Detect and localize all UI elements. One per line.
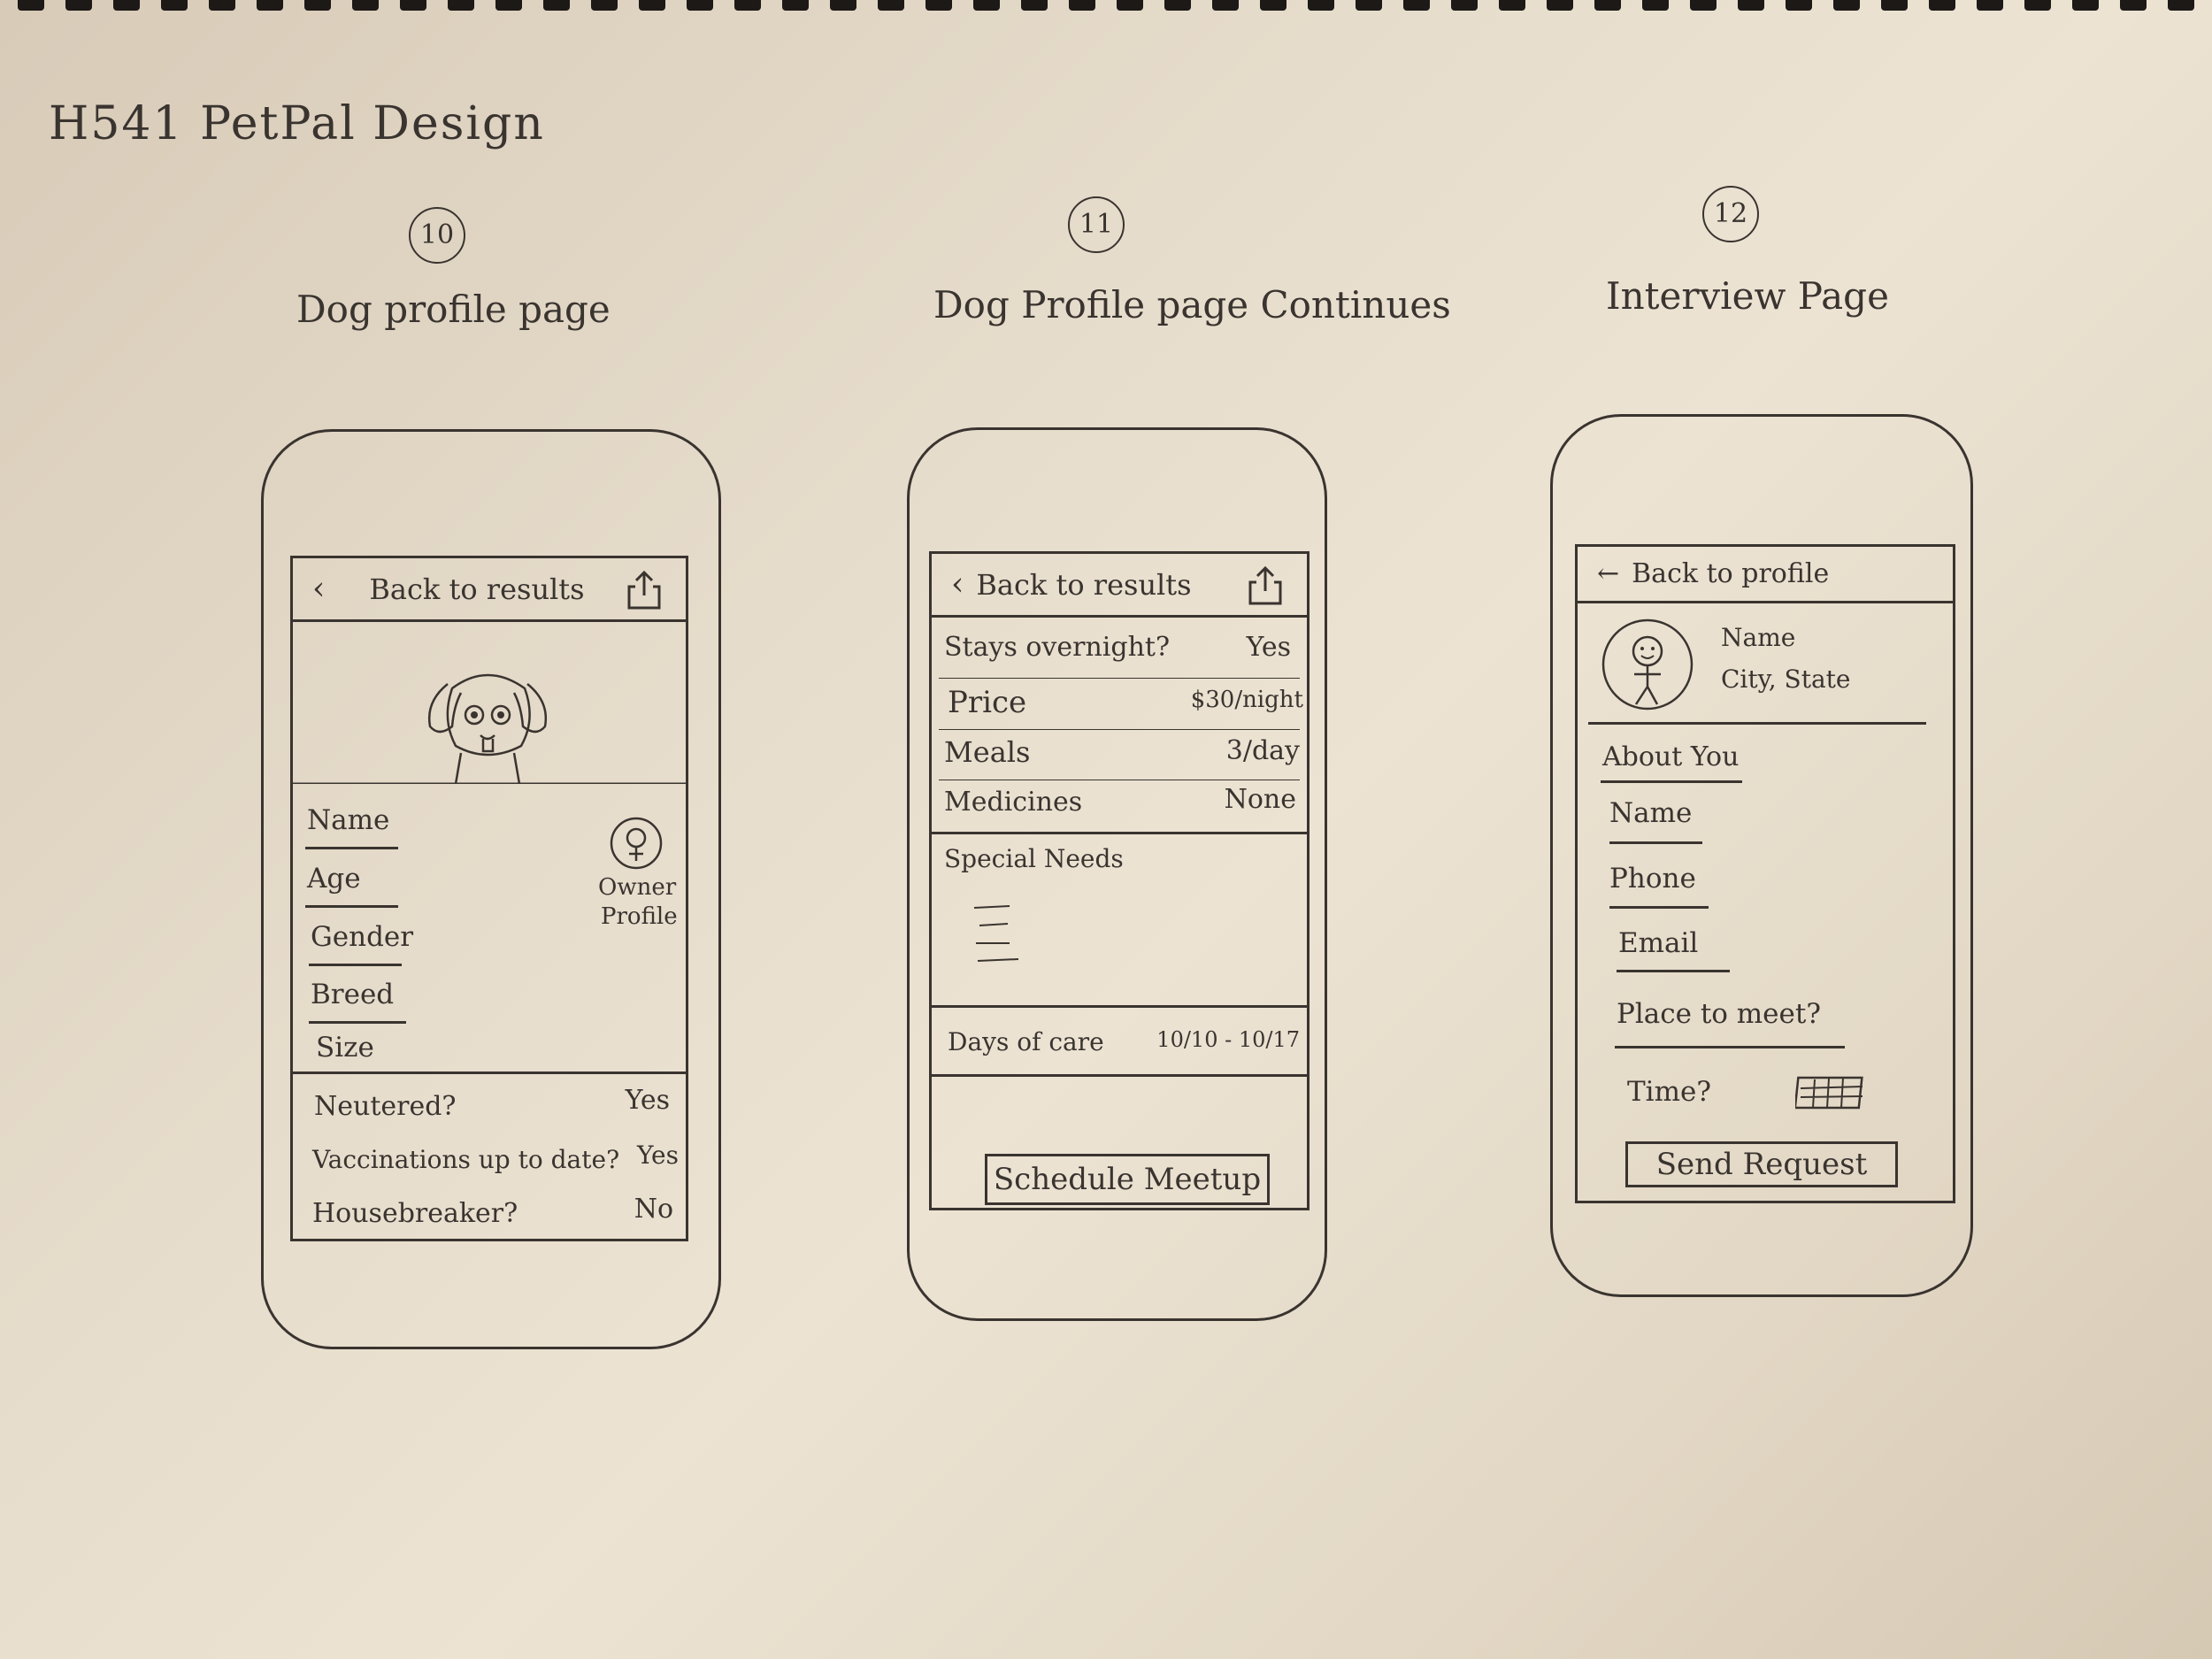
send-request-button[interactable]: Send Request	[1625, 1141, 1898, 1187]
row-divider	[939, 729, 1300, 730]
chevron-left-icon: ‹	[951, 566, 964, 603]
back-button[interactable]: ← Back to profile	[1597, 558, 1829, 589]
detail-value: $30/night	[1190, 687, 1303, 713]
nav-bar: ← Back to profile	[1578, 547, 1953, 603]
back-label: Back to results	[976, 567, 1192, 602]
field-gender-label: Gender	[311, 921, 414, 953]
back-button[interactable]: ‹ Back to results	[951, 566, 1192, 603]
dog-profile-continued-screen: ‹ Back to results Stays overnight? Yes P…	[929, 551, 1310, 1210]
question-value: No	[634, 1194, 673, 1225]
question-label: Housebreaker?	[312, 1198, 518, 1229]
interview-screen: ← Back to profile Name City, State About…	[1575, 544, 1955, 1203]
schedule-meetup-button[interactable]: Schedule Meetup	[985, 1154, 1270, 1205]
field-age-line[interactable]	[305, 905, 398, 908]
field-gender-line[interactable]	[309, 964, 402, 966]
detail-label: Price	[948, 685, 1027, 720]
question-label: Neutered?	[314, 1091, 457, 1122]
screen-number: 12	[1702, 186, 1759, 242]
field-name-line[interactable]	[1609, 841, 1702, 844]
owner-avatar-icon[interactable]	[606, 815, 666, 872]
question-value: Yes	[637, 1141, 679, 1170]
about-you-underline	[1601, 780, 1742, 783]
notebook-title: H541 PetPal Design	[49, 97, 545, 150]
profile-location: City, State	[1721, 664, 1851, 694]
field-breed-line[interactable]	[309, 1021, 406, 1024]
detail-value: None	[1224, 784, 1296, 815]
calendar-icon[interactable]	[1795, 1072, 1868, 1113]
field-email-label: Email	[1618, 927, 1699, 959]
notebook-spiral	[0, 0, 2212, 12]
nav-bar: ‹ Back to results	[293, 558, 686, 622]
divider	[1588, 722, 1926, 725]
divider	[932, 1005, 1307, 1008]
chevron-left-icon: ‹	[312, 571, 326, 607]
row-divider	[939, 678, 1300, 679]
detail-label: Stays overnight?	[944, 632, 1171, 663]
place-to-meet-line[interactable]	[1615, 1046, 1845, 1048]
owner-profile-label[interactable]: Owner	[598, 874, 676, 901]
field-email-line[interactable]	[1617, 970, 1730, 972]
field-name-label: Name	[1609, 797, 1693, 829]
field-size-label: Size	[316, 1032, 374, 1064]
owner-profile-label[interactable]: Profile	[601, 903, 678, 930]
field-phone-label: Phone	[1609, 863, 1696, 895]
screen-number: 10	[409, 207, 465, 264]
screen-caption: Dog Profile page Continues	[933, 283, 1451, 326]
time-label: Time?	[1627, 1076, 1711, 1108]
user-avatar-icon	[1601, 618, 1694, 710]
special-needs-label: Special Needs	[944, 844, 1124, 873]
special-needs-text-lines	[973, 905, 1019, 962]
detail-value: 3/day	[1225, 735, 1300, 766]
divider	[932, 1074, 1307, 1077]
nav-bar: ‹ Back to results	[932, 554, 1307, 618]
detail-label: Medicines	[944, 787, 1083, 818]
share-icon[interactable]	[1245, 565, 1286, 607]
days-of-care-value: 10/10 - 10/17	[1156, 1027, 1300, 1052]
about-you-heading: About You	[1602, 741, 1740, 772]
profile-name: Name	[1721, 623, 1796, 652]
screen-caption: Dog profile page	[296, 288, 611, 331]
question-label: Vaccinations up to date?	[312, 1145, 620, 1174]
back-label: Back to profile	[1632, 558, 1830, 589]
divider	[293, 1071, 686, 1074]
question-value: Yes	[625, 1085, 670, 1116]
field-breed-label: Breed	[311, 979, 395, 1010]
field-name-line[interactable]	[305, 847, 398, 849]
dog-photo	[293, 673, 686, 784]
days-of-care-label: Days of care	[948, 1027, 1104, 1056]
detail-value: Yes	[1246, 632, 1291, 663]
field-name-label: Name	[307, 804, 390, 836]
back-label: Back to results	[369, 572, 585, 606]
field-phone-line[interactable]	[1609, 906, 1709, 909]
back-button[interactable]: ‹ Back to results	[312, 571, 585, 607]
screen-number: 11	[1068, 196, 1125, 253]
field-age-label: Age	[307, 863, 361, 895]
dog-profile-screen: ‹ Back to results Name Age Gender Breed …	[290, 556, 688, 1241]
place-to-meet-label: Place to meet?	[1617, 998, 1821, 1030]
share-icon[interactable]	[624, 569, 664, 611]
detail-label: Meals	[944, 735, 1031, 769]
arrow-left-icon: ←	[1597, 558, 1620, 589]
screen-caption: Interview Page	[1606, 274, 1889, 318]
divider	[932, 832, 1307, 834]
